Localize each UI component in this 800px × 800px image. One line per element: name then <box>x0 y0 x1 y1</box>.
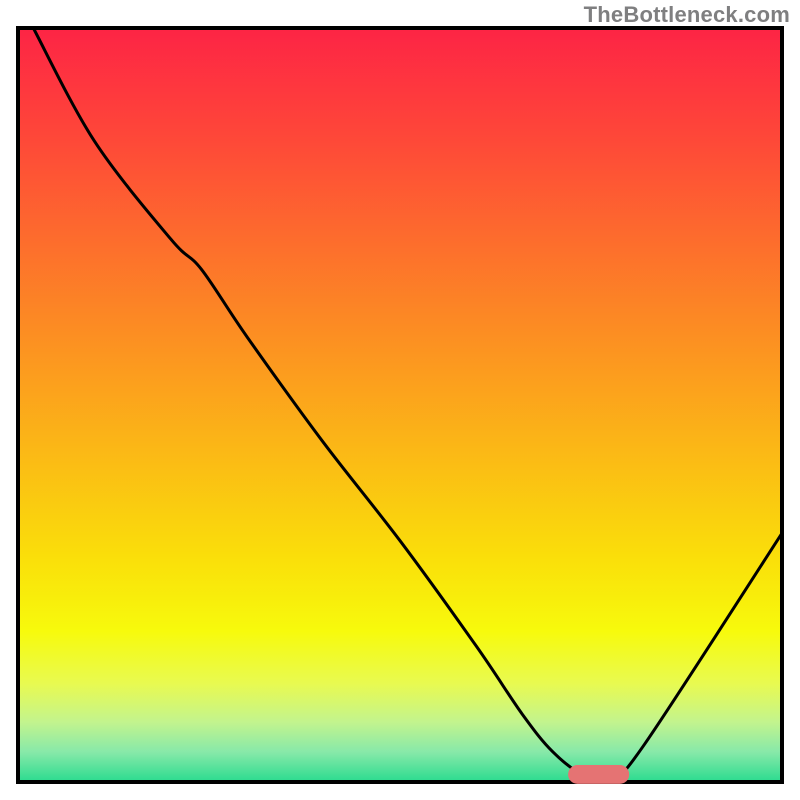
bottleneck-chart <box>0 0 800 800</box>
watermark-text: TheBottleneck.com <box>584 2 790 28</box>
optimal-marker <box>568 765 629 784</box>
chart-container: TheBottleneck.com <box>0 0 800 800</box>
gradient-background <box>18 28 782 782</box>
